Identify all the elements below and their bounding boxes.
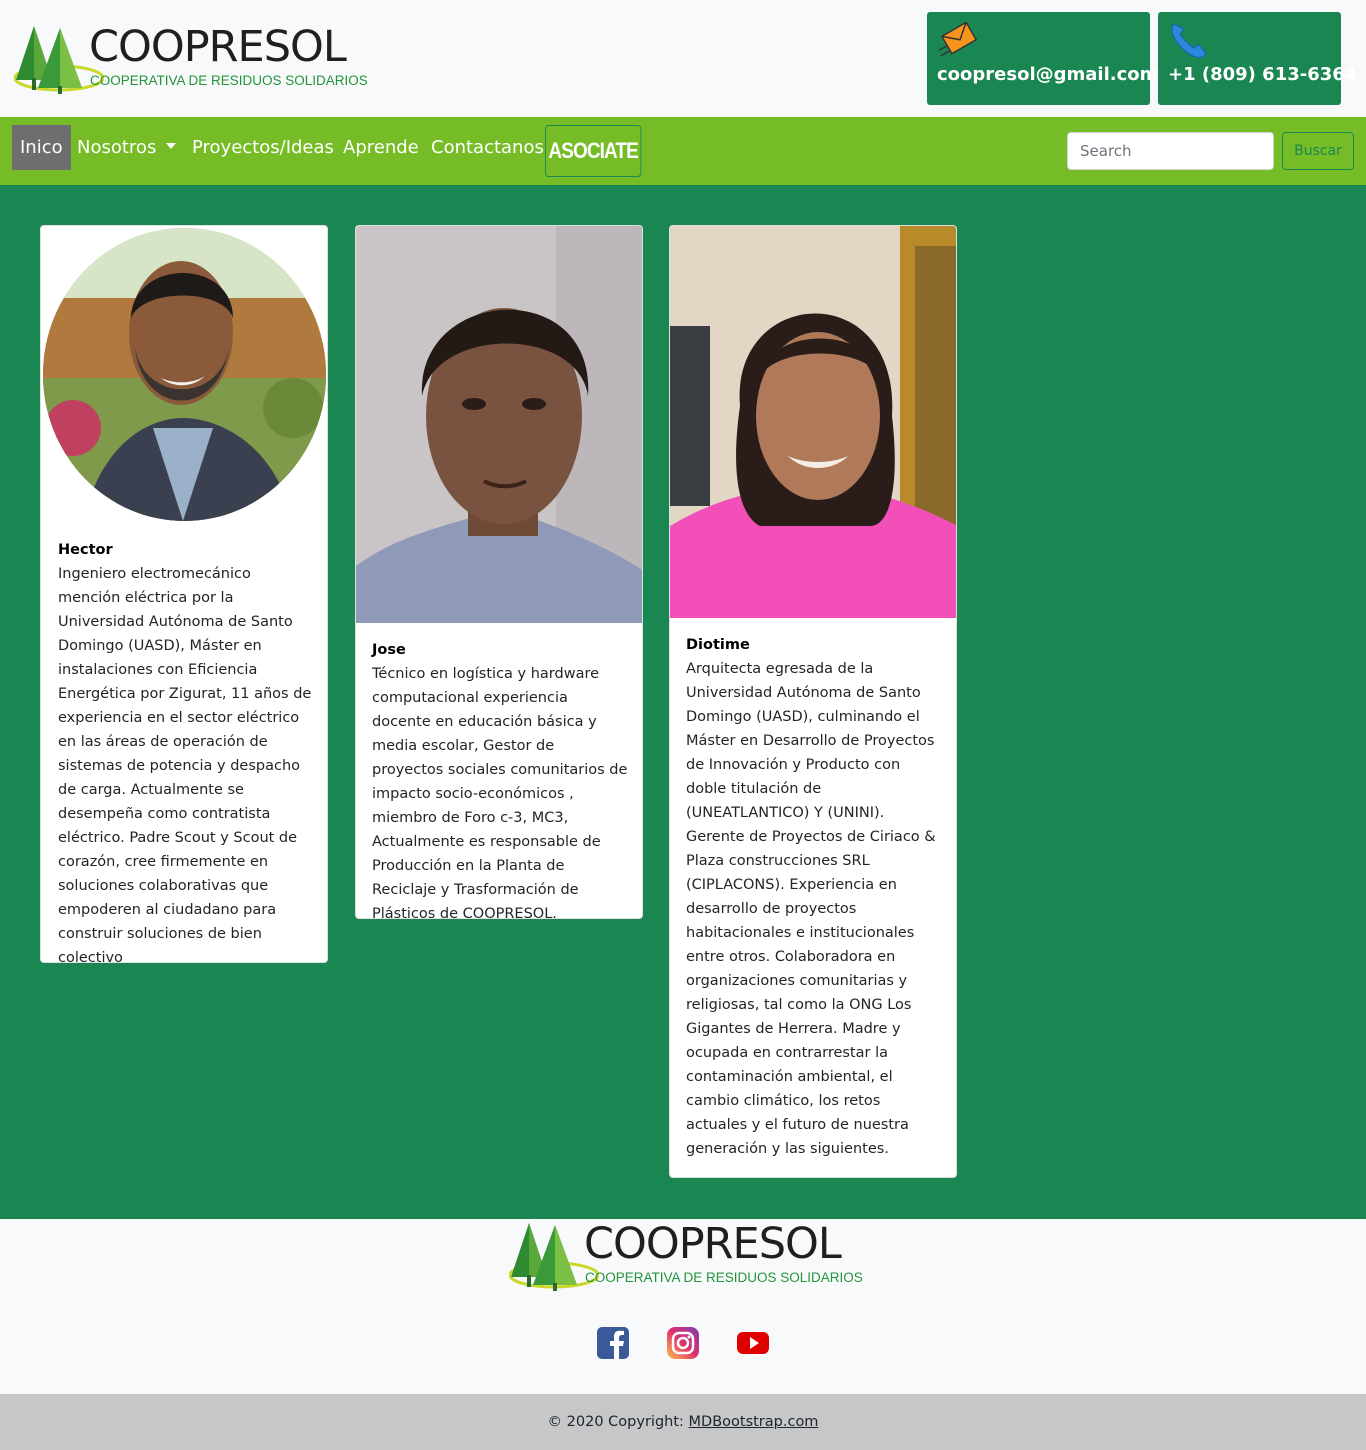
nav-nosotros[interactable]: Nosotros bbox=[69, 125, 184, 170]
header: COOPRESOL COOPERATIVA DE RESIDUOS SOLIDA… bbox=[0, 0, 1366, 117]
member-bio: Ingeniero electromecánico mención eléctr… bbox=[58, 566, 312, 963]
card-body: Diotime Arquitecta egresada de la Univer… bbox=[686, 633, 944, 1161]
portrait-image bbox=[43, 228, 326, 521]
card-body: Hector Ingeniero electromecánico mención… bbox=[58, 538, 316, 963]
team-card: Diotime Arquitecta egresada de la Univer… bbox=[669, 225, 957, 1178]
phone-icon bbox=[1171, 23, 1207, 58]
phone-text: +1 (809) 613-6364 bbox=[1168, 64, 1358, 85]
associate-button[interactable]: ASOCIATE bbox=[545, 125, 642, 177]
brand-name: COOPRESOL bbox=[584, 1219, 842, 1269]
team-card: Jose Técnico en logística y hardware com… bbox=[355, 225, 643, 919]
navbar: Inico Nosotros Proyectos/Ideas Aprende C… bbox=[0, 117, 1366, 185]
search-button[interactable]: Buscar bbox=[1282, 132, 1354, 170]
portrait-image bbox=[356, 226, 642, 623]
youtube-icon[interactable] bbox=[736, 1326, 770, 1360]
member-bio: Técnico en logística y hardware computac… bbox=[372, 666, 628, 919]
nav-inicio[interactable]: Inico bbox=[12, 125, 71, 170]
chevron-down-icon bbox=[166, 143, 177, 149]
portrait-image bbox=[670, 226, 956, 618]
facebook-icon[interactable] bbox=[596, 1326, 630, 1360]
brand-name: COOPRESOL bbox=[89, 22, 347, 72]
card-body: Jose Técnico en logística y hardware com… bbox=[372, 638, 630, 919]
team-photo bbox=[43, 228, 326, 521]
member-bio: Arquitecta egresada de la Universidad Au… bbox=[686, 661, 936, 1157]
footer-logo[interactable]: COOPRESOL COOPERATIVA DE RESIDUOS SOLIDA… bbox=[509, 1215, 863, 1295]
instagram-icon[interactable] bbox=[666, 1326, 700, 1360]
copyright-bar: © 2020 Copyright: MDBootstrap.com bbox=[0, 1394, 1366, 1450]
brand-logo[interactable]: COOPRESOL COOPERATIVA DE RESIDUOS SOLIDA… bbox=[14, 18, 368, 98]
member-name: Diotime bbox=[686, 637, 750, 653]
member-name: Jose bbox=[372, 642, 406, 658]
nav-proyectos[interactable]: Proyectos/Ideas bbox=[184, 125, 342, 170]
search-input[interactable] bbox=[1067, 132, 1274, 170]
nav-contactanos[interactable]: Contactanos bbox=[423, 125, 552, 170]
team-card: Hector Ingeniero electromecánico mención… bbox=[40, 225, 328, 963]
phone-contact[interactable]: +1 (809) 613-6364 bbox=[1158, 12, 1357, 105]
team-photo bbox=[356, 226, 642, 623]
copyright-link[interactable]: MDBootstrap.com bbox=[689, 1414, 819, 1430]
nav-aprende[interactable]: Aprende bbox=[335, 125, 427, 170]
envelope-icon bbox=[938, 21, 977, 57]
team-photo bbox=[670, 226, 956, 618]
copyright-text: © 2020 Copyright: bbox=[547, 1414, 689, 1430]
email-text: coopresol@gmail.com bbox=[937, 64, 1159, 85]
nav-nosotros-label: Nosotros bbox=[77, 137, 157, 158]
brand-tagline: COOPERATIVA DE RESIDUOS SOLIDARIOS bbox=[90, 73, 368, 88]
brand-tagline: COOPERATIVA DE RESIDUOS SOLIDARIOS bbox=[585, 1270, 863, 1285]
email-contact[interactable]: coopresol@gmail.com bbox=[927, 12, 1158, 105]
member-name: Hector bbox=[58, 542, 113, 558]
